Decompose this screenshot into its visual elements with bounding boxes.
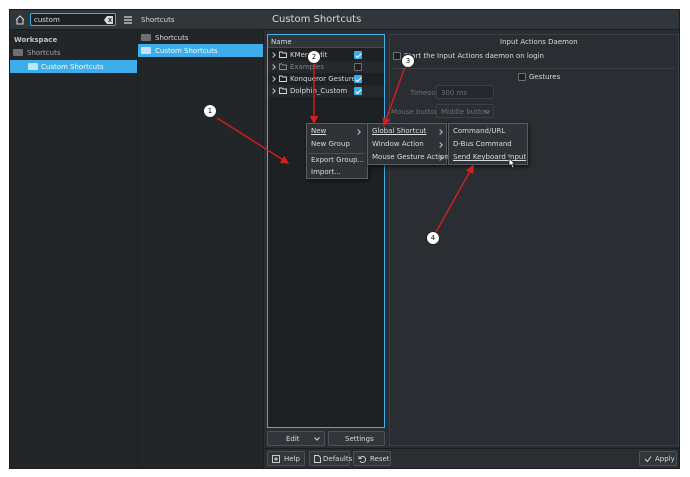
callout-badge: 4 [426, 231, 440, 245]
annotation-overlay [216, 64, 474, 233]
annotation-arrow [216, 117, 290, 164]
annotation-arrow [382, 66, 406, 127]
callout-badge: 3 [401, 54, 415, 68]
annotation-arrow [435, 164, 474, 233]
callout-badge: 1 [203, 104, 217, 118]
callout-badge: 2 [307, 50, 321, 64]
